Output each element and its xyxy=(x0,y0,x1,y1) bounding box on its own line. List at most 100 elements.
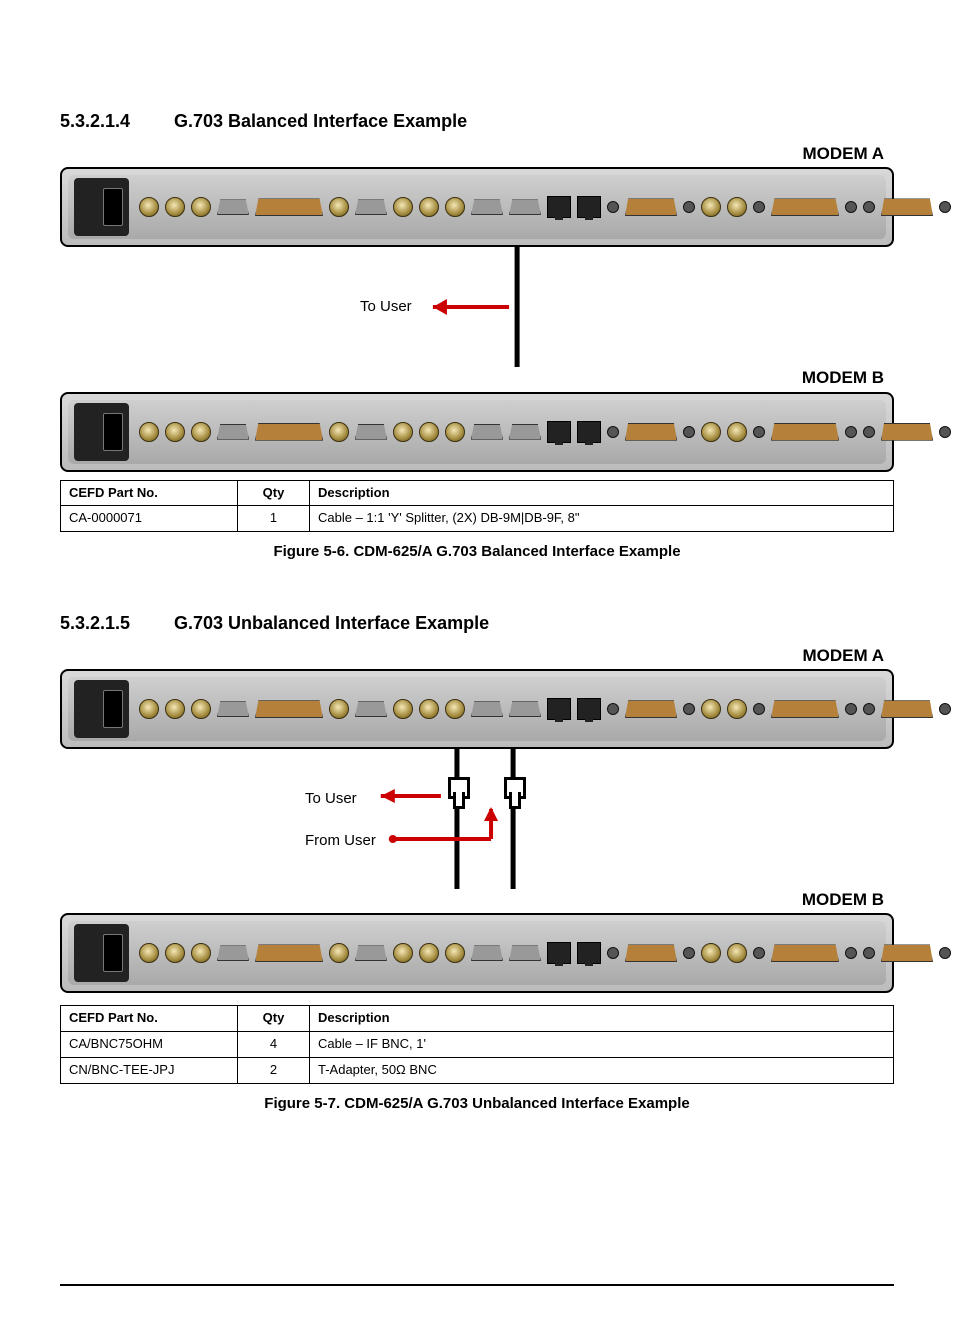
screw-icon xyxy=(845,703,857,715)
modem-b-label-2: MODEM B xyxy=(60,889,894,911)
screw-icon xyxy=(683,703,695,715)
table2-r0-qty: 4 xyxy=(238,1032,310,1058)
db-connector-icon xyxy=(509,701,541,717)
table-row: CN/BNC-TEE-JPJ 2 T-Adapter, 50Ω BNC xyxy=(61,1058,894,1084)
from-user-label-2: From User xyxy=(305,831,376,851)
bnc-port-icon xyxy=(701,422,721,442)
db-connector-icon xyxy=(881,198,933,216)
bnc-port-icon xyxy=(445,422,465,442)
bnc-port-icon xyxy=(727,943,747,963)
section-heading-1: 5.3.2.1.4 G.703 Balanced Interface Examp… xyxy=(60,110,894,133)
db-connector-icon xyxy=(625,944,677,962)
table2-r0-desc: Cable – IF BNC, 1' xyxy=(310,1032,894,1058)
screw-icon xyxy=(753,947,765,959)
db-connector-icon xyxy=(881,944,933,962)
bnc-port-icon xyxy=(445,197,465,217)
modem-b-panel-1 xyxy=(60,392,894,472)
tee-adapter-icon xyxy=(440,777,472,805)
table2-head-qty: Qty xyxy=(238,1006,310,1032)
screw-icon xyxy=(753,703,765,715)
db-connector-icon xyxy=(771,198,839,216)
modem-a-panel-2 xyxy=(60,669,894,749)
screw-icon xyxy=(845,947,857,959)
table2-r1-desc: T-Adapter, 50Ω BNC xyxy=(310,1058,894,1084)
rj45-port-icon xyxy=(577,421,601,443)
bnc-port-icon xyxy=(329,197,349,217)
to-user-label-1: To User xyxy=(360,297,412,317)
screw-icon xyxy=(683,947,695,959)
section-title-2: G.703 Unbalanced Interface Example xyxy=(174,612,489,635)
bnc-port-icon xyxy=(165,422,185,442)
db-connector-icon xyxy=(255,198,323,216)
db-connector-icon xyxy=(625,700,677,718)
db-connector-icon xyxy=(771,423,839,441)
y-splitter-diagram xyxy=(60,247,894,367)
screw-icon xyxy=(939,201,951,213)
figure-5-7: MODEM A To User From User xyxy=(60,645,894,1113)
db-connector-icon xyxy=(471,945,503,961)
bnc-port-icon xyxy=(393,422,413,442)
bnc-port-icon xyxy=(445,699,465,719)
modem-a-label-2: MODEM A xyxy=(60,645,894,667)
bnc-port-icon xyxy=(393,197,413,217)
tee-adapter-icon xyxy=(496,777,528,805)
db-connector-icon xyxy=(355,701,387,717)
screw-icon xyxy=(753,201,765,213)
power-module-icon xyxy=(74,924,129,982)
bnc-port-icon xyxy=(191,422,211,442)
rj45-port-icon xyxy=(577,196,601,218)
cables-table-1: CEFD Part No. Qty Description CA-0000071… xyxy=(60,480,894,533)
screw-icon xyxy=(845,201,857,213)
db-connector-icon xyxy=(771,944,839,962)
screw-icon xyxy=(939,947,951,959)
screw-icon xyxy=(607,947,619,959)
to-user-label-2: To User xyxy=(305,789,357,809)
bnc-port-icon xyxy=(191,197,211,217)
db-connector-icon xyxy=(881,700,933,718)
bnc-port-icon xyxy=(419,943,439,963)
screw-icon xyxy=(683,426,695,438)
rj45-port-icon xyxy=(577,698,601,720)
table2-r1-pn: CN/BNC-TEE-JPJ xyxy=(61,1058,238,1084)
bnc-port-icon xyxy=(701,943,721,963)
bnc-port-icon xyxy=(329,422,349,442)
table2-r0-pn: CA/BNC75OHM xyxy=(61,1032,238,1058)
section-title-1: G.703 Balanced Interface Example xyxy=(174,110,467,133)
screw-icon xyxy=(863,947,875,959)
db-connector-icon xyxy=(217,945,249,961)
bnc-port-icon xyxy=(701,699,721,719)
bnc-port-icon xyxy=(393,699,413,719)
screw-icon xyxy=(939,703,951,715)
bnc-port-icon xyxy=(419,699,439,719)
modem-b-panel-2 xyxy=(60,913,894,993)
db-connector-icon xyxy=(625,198,677,216)
table-row: CA-0000071 1 Cable – 1:1 'Y' Splitter, (… xyxy=(61,506,894,532)
figure-5-6: MODEM A To User xyxy=(60,143,894,561)
table1-head-desc: Description xyxy=(310,480,894,506)
power-module-icon xyxy=(74,178,129,236)
table1-r0-pn: CA-0000071 xyxy=(61,506,238,532)
figure1-mid-zone: To User xyxy=(60,247,894,367)
db-connector-icon xyxy=(217,199,249,215)
table2-r1-qty: 2 xyxy=(238,1058,310,1084)
bnc-port-icon xyxy=(329,699,349,719)
bnc-tee-diagram xyxy=(60,749,894,889)
screw-icon xyxy=(607,703,619,715)
section-number-2: 5.3.2.1.5 xyxy=(60,612,140,635)
rj45-port-icon xyxy=(547,421,571,443)
db-connector-icon xyxy=(471,701,503,717)
db-connector-icon xyxy=(771,700,839,718)
db-connector-icon xyxy=(355,424,387,440)
section-heading-2: 5.3.2.1.5 G.703 Unbalanced Interface Exa… xyxy=(60,612,894,635)
db-connector-icon xyxy=(255,944,323,962)
section-number-1: 5.3.2.1.4 xyxy=(60,110,140,133)
db-connector-icon xyxy=(509,199,541,215)
db-connector-icon xyxy=(355,945,387,961)
figure2-mid-zone: To User From User xyxy=(60,749,894,889)
bnc-port-icon xyxy=(393,943,413,963)
bnc-port-icon xyxy=(701,197,721,217)
bnc-port-icon xyxy=(419,422,439,442)
bnc-port-icon xyxy=(165,943,185,963)
db-connector-icon xyxy=(355,199,387,215)
table1-r0-qty: 1 xyxy=(238,506,310,532)
